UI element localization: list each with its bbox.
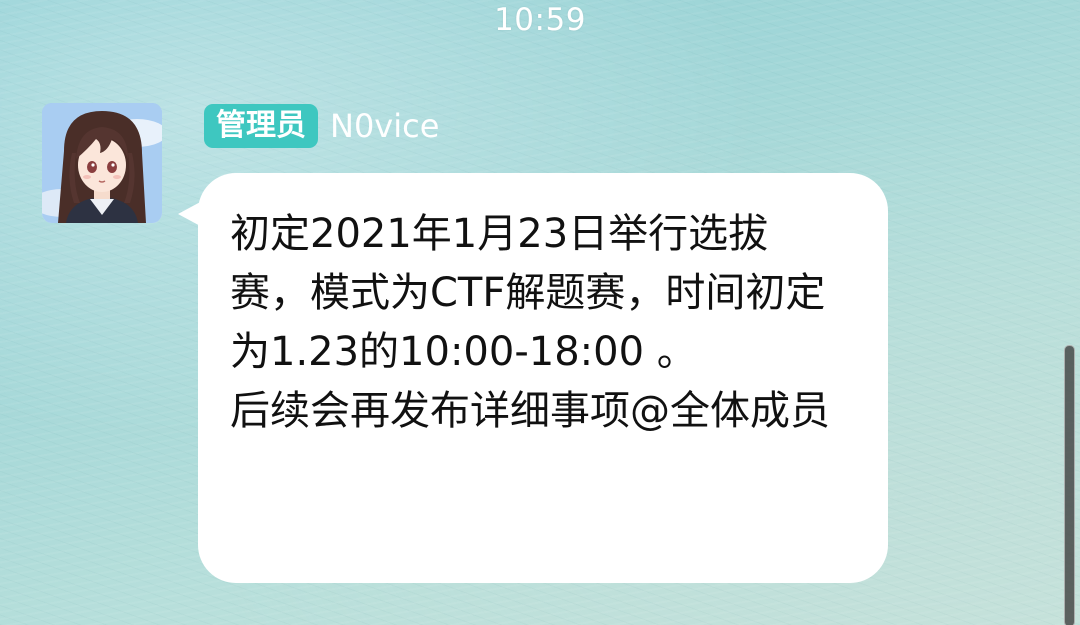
admin-role-badge: 管理员 bbox=[204, 104, 318, 148]
message-bubble[interactable]: 初定2021年1月23日举行选拔赛，模式为CTF解题赛，时间初定为1.23的10… bbox=[198, 173, 888, 583]
message-text: 初定2021年1月23日举行选拔赛，模式为CTF解题赛，时间初定为1.23的10… bbox=[230, 211, 830, 434]
sender-header: 管理员 N0vice bbox=[204, 104, 439, 148]
chat-scrollbar[interactable] bbox=[1064, 345, 1075, 625]
sender-avatar[interactable] bbox=[42, 103, 162, 223]
sender-name[interactable]: N0vice bbox=[330, 104, 439, 148]
status-bar-time: 10:59 bbox=[494, 2, 586, 38]
anime-girl-avatar-icon bbox=[42, 103, 162, 223]
